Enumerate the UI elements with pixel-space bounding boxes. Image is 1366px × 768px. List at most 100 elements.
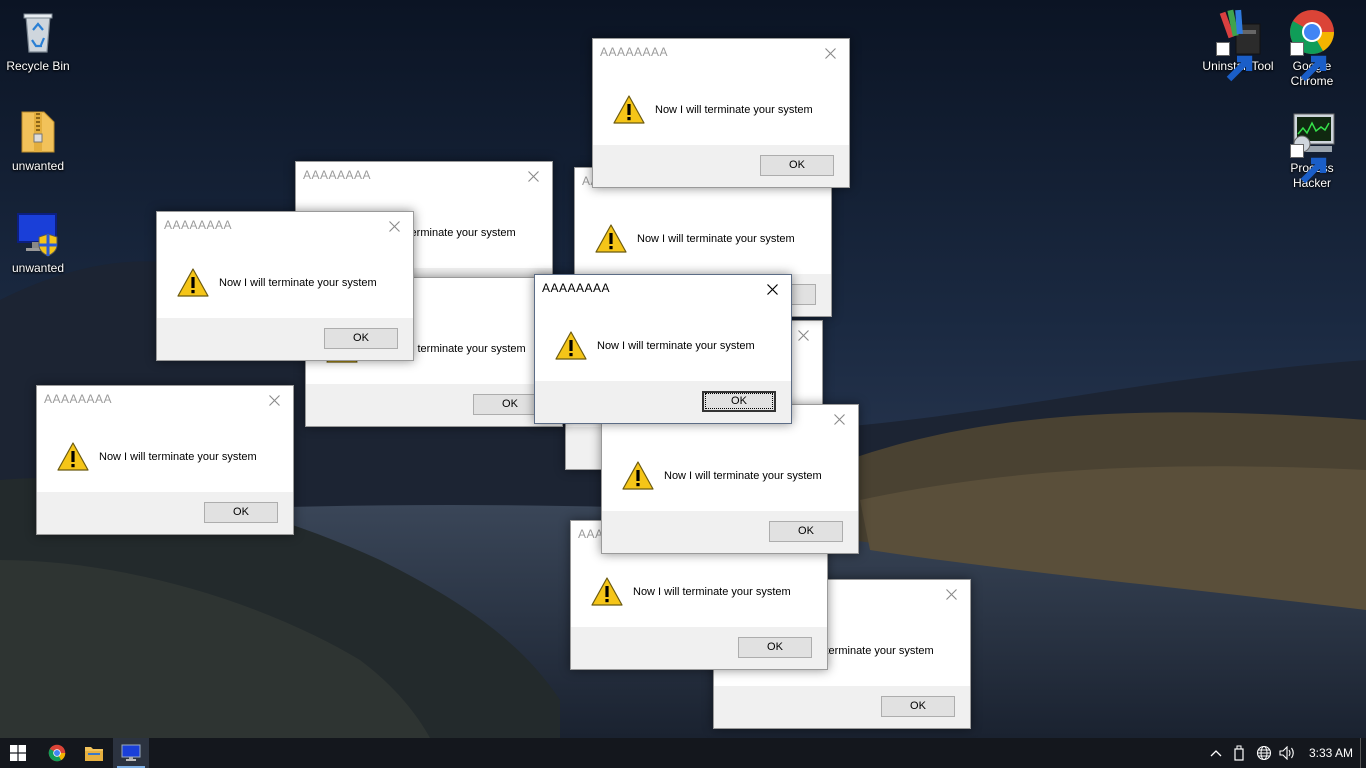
dialog-message: Now I will terminate your system <box>655 104 813 116</box>
ok-button-label: OK <box>910 700 926 712</box>
ok-button-label: OK <box>705 393 773 409</box>
warning-icon <box>622 461 654 491</box>
desktop-icon-unwanted-zip[interactable]: unwanted <box>0 108 76 174</box>
desktop-icon-recycle-bin[interactable]: Recycle Bin <box>0 8 76 74</box>
close-icon <box>527 170 539 182</box>
message-dialog: AAAAAAAA Now I will terminate your syste… <box>592 38 850 188</box>
usb-drive-icon <box>1234 745 1244 761</box>
ok-button[interactable]: OK <box>738 637 812 658</box>
warning-icon <box>555 331 587 361</box>
ok-button-label: OK <box>798 525 814 537</box>
desktop-icon-google-chrome[interactable]: Google Chrome <box>1274 8 1350 89</box>
desktop-icon-label: unwanted <box>11 261 65 275</box>
dialog-center: AAAAAAAA Now I will terminate your syste… <box>534 274 792 424</box>
dialog-message: Now I will terminate your system <box>219 277 377 289</box>
message-dialog: AAAAAAAA Now I will terminate your syste… <box>156 211 414 361</box>
dialog-footer: OK <box>535 381 791 423</box>
desktop-icon-label: Recycle Bin <box>6 59 70 73</box>
ok-button[interactable]: OK <box>769 521 843 542</box>
close-icon <box>824 47 836 59</box>
ok-button-label: OK <box>502 398 518 410</box>
chrome-icon <box>48 744 66 762</box>
taskbar-chrome[interactable] <box>39 738 75 768</box>
taskbar: 3:33 AM <box>0 738 1366 768</box>
folder-icon <box>85 747 103 761</box>
dialog-message: Now I will terminate your system <box>99 451 257 463</box>
close-icon <box>833 413 845 425</box>
windows-logo-icon <box>10 745 26 761</box>
dialog-message: Now I will terminate your system <box>664 470 822 482</box>
dialog-footer: OK <box>571 627 827 669</box>
dialog-close-button[interactable] <box>936 582 966 606</box>
volume-icon <box>1279 746 1294 760</box>
ok-button[interactable]: OK <box>702 391 776 412</box>
dialog-footer: OK <box>593 145 849 187</box>
ok-button-label: OK <box>767 641 783 653</box>
dialog-close-button[interactable] <box>379 214 409 238</box>
warning-icon <box>595 224 627 254</box>
dialog-body: Now I will terminate your system <box>37 430 293 490</box>
ok-button-label: OK <box>233 506 249 518</box>
close-icon <box>388 220 400 232</box>
taskbar-running-app[interactable] <box>113 738 149 768</box>
zip-folder-icon <box>14 108 62 156</box>
message-dialog: AAAAAAAA Now I will terminate your syste… <box>601 404 859 554</box>
desktop-icon-unwanted-app[interactable]: unwanted <box>0 210 76 276</box>
start-button[interactable] <box>0 738 36 768</box>
desktop-icon-label: unwanted <box>11 159 65 173</box>
dialog-footer: OK <box>37 492 293 534</box>
ok-button[interactable]: OK <box>881 696 955 717</box>
warning-icon <box>57 442 89 472</box>
dialog-body: Now I will terminate your system <box>571 565 827 625</box>
dialog-close-button[interactable] <box>788 323 818 347</box>
dialog-body: Now I will terminate your system <box>602 449 858 509</box>
show-hidden-icons-button[interactable] <box>1205 738 1227 768</box>
uninstall-tool-icon <box>1214 8 1262 82</box>
process-hacker-icon <box>1288 110 1336 184</box>
dialog-body: Now I will terminate your system <box>535 319 791 379</box>
dialog-footer: OK <box>714 686 970 728</box>
network-globe-icon <box>1256 745 1272 761</box>
taskbar-clock[interactable]: 3:33 AM <box>1300 738 1362 768</box>
ok-button[interactable]: OK <box>760 155 834 176</box>
usb-drive-tray[interactable] <box>1228 738 1250 768</box>
dialog-footer: OK <box>306 384 562 426</box>
close-icon <box>268 394 280 406</box>
ok-button[interactable]: OK <box>324 328 398 349</box>
show-desktop-button[interactable] <box>1360 738 1366 768</box>
close-icon <box>766 283 778 295</box>
shortcut-arrow-icon <box>1290 42 1327 82</box>
dialog-title: AAAAAAAA <box>600 45 669 59</box>
warning-icon <box>591 577 623 607</box>
monitor-icon <box>121 744 141 761</box>
volume-tray[interactable] <box>1277 738 1299 768</box>
dialog-close-button[interactable] <box>815 41 845 65</box>
desktop-icon-uninstall-tool[interactable]: Uninstall Tool <box>1198 8 1278 82</box>
dialog-title: AAAAAAAA <box>303 168 372 182</box>
dialog-footer: OK <box>157 318 413 360</box>
recycle-bin-icon <box>14 8 62 56</box>
message-dialog: AAAAAAAA Now I will terminate your syste… <box>36 385 294 535</box>
shortcut-arrow-icon <box>1290 144 1327 184</box>
dialog-message: Now I will terminate your system <box>597 340 755 352</box>
dialog-close-button[interactable] <box>518 164 548 188</box>
dialog-close-button[interactable] <box>259 388 289 412</box>
taskbar-file-explorer[interactable] <box>76 738 112 768</box>
chevron-up-icon <box>1210 750 1222 757</box>
dialog-body: Now I will terminate your system <box>157 256 413 316</box>
dialog-close-button[interactable] <box>757 277 787 301</box>
shortcut-arrow-icon <box>1216 42 1253 82</box>
ok-button-label: OK <box>353 332 369 344</box>
close-icon <box>945 588 957 600</box>
dialog-title: AAAAAAAA <box>542 281 611 295</box>
dialog-close-button[interactable] <box>824 407 854 431</box>
dialog-footer: OK <box>602 511 858 553</box>
desktop-icon-process-hacker[interactable]: Process Hacker <box>1274 110 1350 191</box>
dialog-title: AAAAAAAA <box>164 218 233 232</box>
chrome-icon <box>1288 8 1336 82</box>
dialog-message: Now I will terminate your system <box>637 233 795 245</box>
dialog-body: Now I will terminate your system <box>593 83 849 143</box>
ok-button[interactable]: OK <box>204 502 278 523</box>
network-tray[interactable] <box>1253 738 1275 768</box>
ok-button-label: OK <box>789 159 805 171</box>
